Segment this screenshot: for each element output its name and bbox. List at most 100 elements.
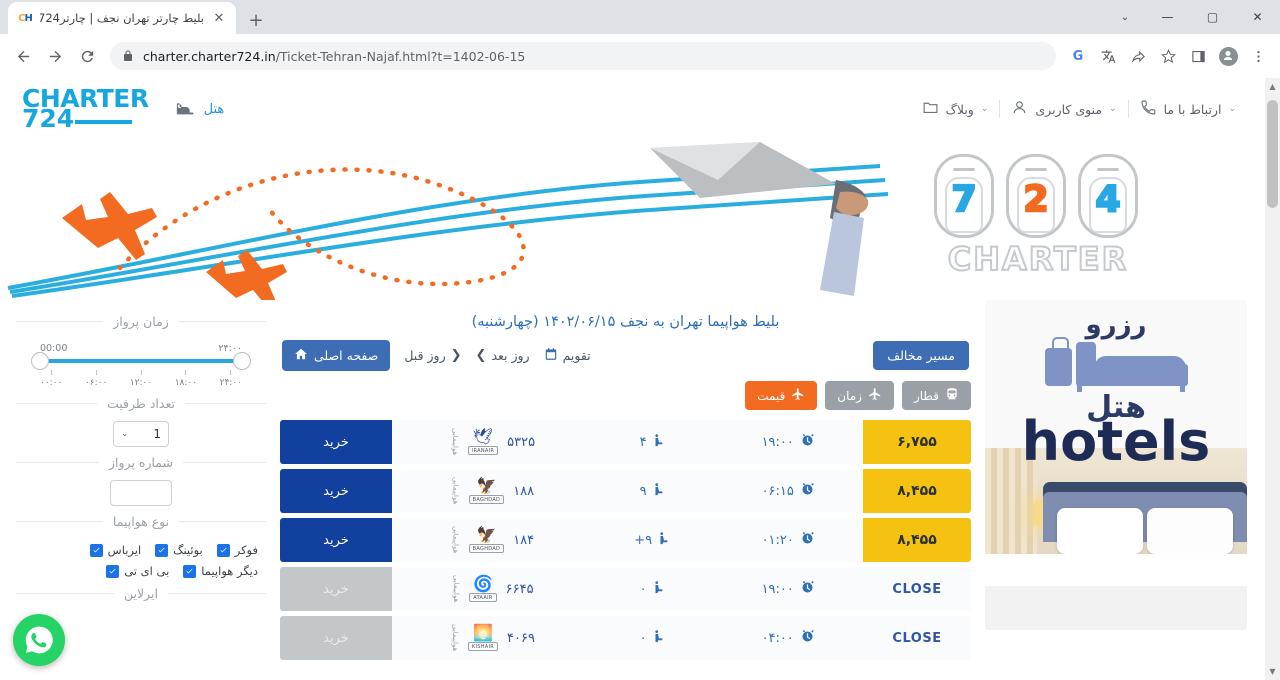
capacity-select[interactable]: ⌄ 1 xyxy=(113,421,169,447)
table-row[interactable]: ۸,۴۵۵ ۰۶:۱۵ ۹ ۱۸۸ xyxy=(280,469,971,513)
buy-button[interactable]: خرید xyxy=(280,518,392,562)
close-icon[interactable]: ✕ xyxy=(211,10,227,26)
nav-item-contact[interactable]: ⌄ ارتباط با ما xyxy=(1129,99,1247,119)
filter-heading-aircraft-type: نوع هواپیما xyxy=(16,514,266,529)
sort-tab-time[interactable]: زمان xyxy=(825,381,894,410)
promo-reserve-text: رزرو xyxy=(985,310,1247,340)
checkbox-checked-icon[interactable] xyxy=(106,565,119,578)
checkbox-row: دیگر هواپیما بی ای تی xyxy=(24,564,258,578)
buy-button[interactable]: خرید xyxy=(280,420,392,464)
flight-airline: ۴۰۶۹ 🌅 KISHAIR هواپیمایی xyxy=(392,616,594,660)
buy-button[interactable]: خرید xyxy=(280,469,392,513)
checkbox-checked-icon[interactable] xyxy=(183,565,196,578)
seat-icon xyxy=(653,481,668,502)
seat-icon xyxy=(653,432,668,453)
minimize-icon[interactable]: — xyxy=(1145,0,1190,34)
page-scrollbar[interactable]: ▲ ▼ xyxy=(1265,78,1280,680)
sort-tab-train[interactable]: قطار xyxy=(902,381,971,410)
bed-icon xyxy=(1076,342,1188,386)
table-row[interactable]: CLOSE ۰۴:۰۰ ۰ ۴۰۶۹ xyxy=(280,616,971,660)
logo-line-2: 724 xyxy=(22,109,74,130)
forward-icon[interactable] xyxy=(40,41,70,71)
share-icon[interactable] xyxy=(1124,42,1152,70)
checkbox-row: فوکر بوئینگ ایرباس xyxy=(24,543,258,557)
results-panel: بلیط هواپیما تهران به نجف ۱۴۰۲/۰۶/۱۵ (چه… xyxy=(280,300,971,665)
slider-knob-min[interactable] xyxy=(31,352,49,370)
side-panel-icon[interactable] xyxy=(1184,42,1212,70)
profile-icon[interactable] xyxy=(1214,42,1242,70)
site-logo[interactable]: CHARTER 724 xyxy=(22,89,149,130)
chevron-down-icon[interactable]: ⌄ xyxy=(1105,0,1145,34)
aircraft-label: ایرباس xyxy=(108,543,141,557)
browser-tab[interactable]: CH بلیط چارتر تهران نجف | چارتر724 ✕ xyxy=(8,2,236,34)
whatsapp-button[interactable] xyxy=(13,614,65,666)
slider-tick-label: ۱۲:۰۰ xyxy=(130,378,152,388)
kebab-menu-icon[interactable] xyxy=(1244,42,1272,70)
table-row[interactable]: ۸,۴۵۵ ۰۱:۲۰ ۹+ ۱۸۴ xyxy=(280,518,971,562)
hotel-link[interactable]: هتل xyxy=(175,96,225,122)
flight-list: ۶,۷۵۵ ۱۹:۰۰ ۴ ۵۳۲۵ xyxy=(280,420,971,660)
checkbox-boeing[interactable]: بوئینگ xyxy=(155,543,203,557)
new-tab-button[interactable]: + xyxy=(242,6,270,34)
window-close-icon[interactable]: ✕ xyxy=(1235,0,1280,34)
address-bar[interactable]: charter.charter724.in/Ticket-Tehran-Naja… xyxy=(110,42,1056,70)
nav-item-user-menu[interactable]: ⌄ منوی کاربری xyxy=(1000,99,1127,119)
flight-seats: ۴ xyxy=(594,420,714,464)
filter-heading-flight-number: شماره پرواز xyxy=(16,455,266,470)
scrollbar-thumb[interactable] xyxy=(1267,100,1278,208)
home-button[interactable]: صفحه اصلی xyxy=(282,340,390,371)
reload-icon[interactable] xyxy=(72,41,102,71)
seat-icon xyxy=(653,628,668,649)
chevron-down-icon: ⌄ xyxy=(981,104,989,114)
hotel-promo[interactable]: رزرو هتل hotels xyxy=(985,300,1247,630)
prev-day-button[interactable]: ❮ روز قبل xyxy=(404,348,461,363)
airline-logo: 🕊 IRANAIR xyxy=(468,429,498,455)
home-label: صفحه اصلی xyxy=(314,348,378,363)
checkbox-airbus[interactable]: ایرباس xyxy=(90,543,141,557)
seat-icon xyxy=(653,579,668,600)
filter-heading-airline: ایرلاین xyxy=(16,586,266,601)
flight-time-slider[interactable]: 00:00 ۲۴:۰۰ ۰۰:۰۰ ۰۶:۰۰ ۱۲:۰۰ ۱۸:۰۰ xyxy=(16,339,266,388)
flight-number: ۵۳۲۵ xyxy=(507,435,535,450)
hotel-promo-card[interactable]: رزرو هتل hotels xyxy=(985,300,1247,630)
checkbox-other-aircraft[interactable]: دیگر هواپیما xyxy=(183,564,258,578)
airline-logo: 🌀 ATAAIR xyxy=(469,576,496,602)
google-icon[interactable]: G xyxy=(1064,42,1092,70)
page-viewport: ⌄ ارتباط با ما ⌄ منوی کاربری xyxy=(0,78,1280,680)
flight-number-input[interactable] xyxy=(110,480,172,506)
calendar-button[interactable]: تقویم xyxy=(544,347,591,364)
flight-time: ۰۶:۱۵ xyxy=(713,469,863,513)
main-layout: رزرو هتل hotels xyxy=(0,300,1265,665)
checkbox-checked-icon[interactable] xyxy=(90,544,103,557)
aircraft-type-checkboxes: فوکر بوئینگ ایرباس xyxy=(16,539,266,578)
scroll-up-icon[interactable]: ▲ xyxy=(1265,78,1280,95)
slider-tick: ۰۰:۰۰ xyxy=(40,370,62,388)
maximize-icon[interactable]: ▢ xyxy=(1190,0,1235,34)
logo-line-2-wrap: 724 xyxy=(22,109,132,130)
checkbox-checked-icon[interactable] xyxy=(217,544,230,557)
charter-724-badge: 7 2 4 CHARTER xyxy=(928,148,1158,283)
scroll-down-icon[interactable]: ▼ xyxy=(1265,663,1280,680)
sort-tab-price[interactable]: قیمت xyxy=(745,381,817,410)
bed-icon xyxy=(175,96,197,122)
slider-track[interactable] xyxy=(40,359,242,363)
airline-vertical-label: هواپیمایی xyxy=(452,575,460,602)
table-row[interactable]: ۶,۷۵۵ ۱۹:۰۰ ۴ ۵۳۲۵ xyxy=(280,420,971,464)
flight-time-text: ۰۱:۲۰ xyxy=(762,533,794,548)
flight-seats: ۹ xyxy=(594,469,714,513)
checkbox-fokker[interactable]: فوکر xyxy=(217,543,258,557)
bookmark-star-icon[interactable] xyxy=(1154,42,1182,70)
checkbox-checked-icon[interactable] xyxy=(155,544,168,557)
phone-icon xyxy=(1140,99,1157,119)
table-row[interactable]: CLOSE ۱۹:۰۰ ۰ ۶۶۴۵ xyxy=(280,567,971,611)
reverse-route-button[interactable]: مسیر مخالف xyxy=(873,341,969,370)
tab-strip: CH بلیط چارتر تهران نجف | چارتر724 ✕ + ⌄… xyxy=(0,0,1280,34)
flight-price: ۸,۴۵۵ xyxy=(863,518,971,562)
filter-heading-flight-time: زمان پرواز xyxy=(16,314,266,329)
nav-item-blog[interactable]: ⌄ وبلاگ xyxy=(911,99,1000,119)
checkbox-bae[interactable]: بی ای تی xyxy=(106,564,169,578)
back-icon[interactable] xyxy=(8,41,38,71)
slider-knob-max[interactable] xyxy=(233,352,251,370)
next-day-button[interactable]: روز بعد ❯ xyxy=(476,348,530,363)
translate-icon[interactable] xyxy=(1094,42,1122,70)
